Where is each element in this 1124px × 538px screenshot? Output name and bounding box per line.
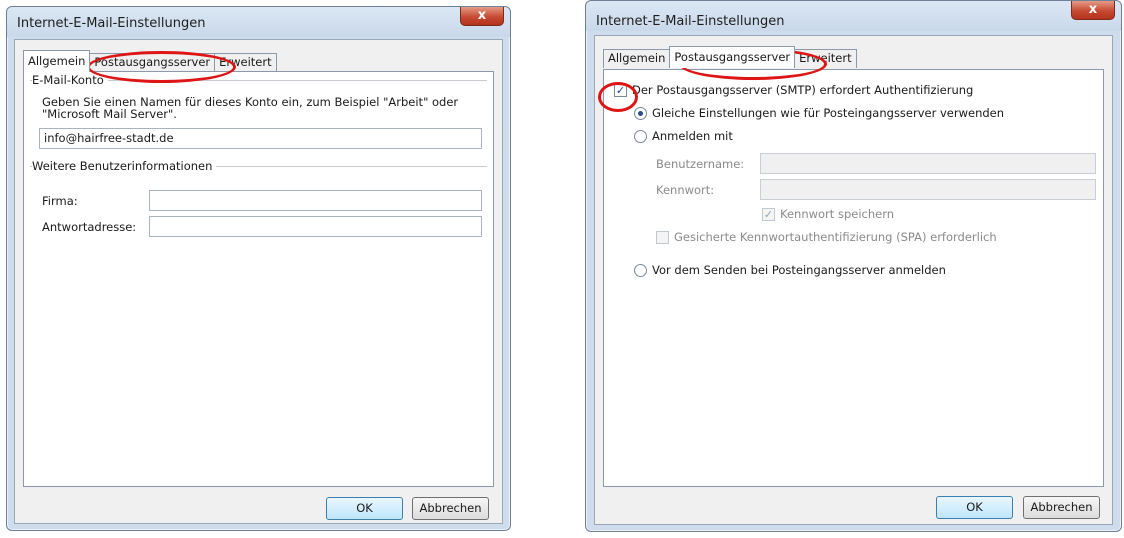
left-dialog-title: Internet-E-Mail-Einstellungen xyxy=(17,16,206,31)
right-dialog-titlebar[interactable]: Internet-E-Mail-Einstellungen xyxy=(586,1,1121,31)
annotation-circle-checkbox xyxy=(598,82,638,112)
user-info-group-label: Weitere Benutzerinformationen xyxy=(32,159,217,173)
username-label: Benutzername: xyxy=(656,157,745,171)
left-cancel-button[interactable]: Abbrechen xyxy=(412,497,489,520)
login-with-label: Anmelden mit xyxy=(652,129,733,143)
left-ok-button[interactable]: OK xyxy=(326,497,403,520)
right-close-button[interactable]: x xyxy=(1071,1,1115,20)
account-name-input[interactable]: info@hairfree-stadt.de xyxy=(39,128,482,149)
right-cancel-button[interactable]: Abbrechen xyxy=(1023,496,1100,519)
password-input[interactable] xyxy=(760,179,1096,200)
same-settings-label: Gleiche Einstellungen wie für Posteingan… xyxy=(652,106,1005,120)
right-dialog-title: Internet-E-Mail-Einstellungen xyxy=(596,14,785,29)
account-hint-line2: "Microsoft Mail Server". xyxy=(42,107,177,121)
smtp-auth-label: Der Postausgangsserver (SMTP) erfordert … xyxy=(632,83,974,97)
left-close-button[interactable]: x xyxy=(460,7,504,26)
right-dialog-window: Internet-E-Mail-Einstellungen x Allgemei… xyxy=(585,0,1122,532)
right-ok-button[interactable]: OK xyxy=(936,496,1013,519)
login-before-send-label: Vor dem Senden bei Posteingangsserver an… xyxy=(652,263,946,277)
right-tab-panel: ✓ Der Postausgangsserver (SMTP) erforder… xyxy=(603,69,1104,487)
annotation-circle-tab xyxy=(87,51,236,83)
save-password-checkbox[interactable]: ✓ xyxy=(762,208,775,221)
left-tab-panel: E-Mail-Konto Geben Sie einen Namen für d… xyxy=(23,71,494,487)
left-dialog-body: Allgemein Postausgangsserver Erweitert E… xyxy=(14,39,503,524)
right-tab-postausgangsserver[interactable]: Postausgangsserver xyxy=(669,46,796,68)
right-dialog-body: Allgemein Postausgangsserver Erweitert ✓… xyxy=(594,35,1113,525)
login-with-radio[interactable] xyxy=(634,130,647,143)
login-before-send-radio[interactable] xyxy=(634,264,647,277)
left-dialog-window: Internet-E-Mail-Einstellungen x Allgemei… xyxy=(6,6,511,531)
save-password-label: Kennwort speichern xyxy=(780,207,895,221)
company-label: Firma: xyxy=(42,194,78,208)
left-dialog-titlebar[interactable]: Internet-E-Mail-Einstellungen xyxy=(7,7,510,37)
company-input[interactable] xyxy=(149,190,482,211)
spa-checkbox[interactable] xyxy=(656,231,669,244)
reply-address-input[interactable] xyxy=(149,216,482,237)
spa-label: Gesicherte Kennwortauthentifizierung (SP… xyxy=(674,230,997,244)
right-tab-allgemein[interactable]: Allgemein xyxy=(603,49,671,68)
left-tab-allgemein[interactable]: Allgemein xyxy=(23,50,91,72)
reply-address-label: Antwortadresse: xyxy=(42,220,137,234)
username-input[interactable] xyxy=(760,153,1096,174)
password-label: Kennwort: xyxy=(656,183,715,197)
same-settings-radio[interactable] xyxy=(634,107,647,120)
